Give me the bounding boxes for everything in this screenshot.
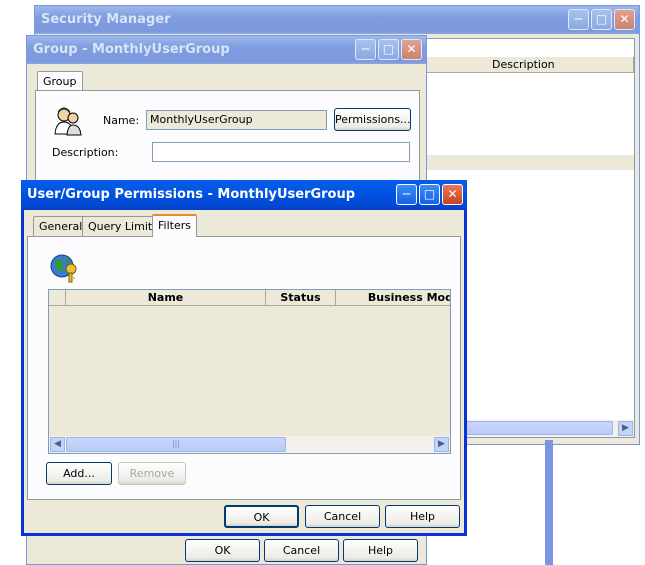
group-ok-button[interactable]: OK bbox=[185, 539, 260, 562]
permissions-help-button[interactable]: Help bbox=[385, 505, 460, 528]
scroll-right-icon[interactable]: ▶ bbox=[618, 421, 633, 436]
scroll-right-icon[interactable]: ▶ bbox=[434, 437, 449, 452]
column-header-name[interactable]: Name bbox=[66, 290, 266, 306]
tab-filters[interactable]: Filters bbox=[152, 214, 197, 237]
security-manager-titlebar[interactable]: Security Manager ─ □ ✕ bbox=[35, 6, 639, 34]
horizontal-scrollbar[interactable]: ◀ ||| ▶ bbox=[49, 436, 450, 453]
maximize-icon[interactable]: □ bbox=[419, 184, 440, 205]
column-header-blank[interactable] bbox=[49, 290, 66, 306]
permissions-dialog-titlebar[interactable]: User/Group Permissions - MonthlyUserGrou… bbox=[21, 180, 467, 210]
column-header-business-model[interactable]: Business Mod bbox=[336, 290, 450, 306]
permissions-dialog-title: User/Group Permissions - MonthlyUserGrou… bbox=[27, 187, 356, 202]
minimize-icon[interactable]: ─ bbox=[568, 9, 589, 30]
permissions-dialog-window: User/Group Permissions - MonthlyUserGrou… bbox=[21, 180, 467, 536]
minimize-icon[interactable]: ─ bbox=[355, 39, 376, 60]
description-label: Description: bbox=[52, 146, 119, 159]
group-dialog-title: Group - MonthlyUserGroup bbox=[33, 42, 230, 57]
permissions-ok-button[interactable]: OK bbox=[224, 505, 299, 528]
remove-button[interactable]: Remove bbox=[118, 462, 186, 485]
filters-table[interactable]: Name Status Business Mod ◀ ||| ▶ bbox=[48, 289, 451, 454]
maximize-icon[interactable]: □ bbox=[591, 9, 612, 30]
name-label: Name: bbox=[103, 114, 140, 127]
add-button[interactable]: Add... bbox=[46, 462, 112, 485]
tab-general[interactable]: General bbox=[33, 216, 89, 236]
users-group-icon bbox=[52, 106, 84, 136]
group-name-field[interactable]: MonthlyUserGroup bbox=[146, 110, 327, 130]
close-icon[interactable]: ✕ bbox=[442, 184, 463, 205]
close-icon[interactable]: ✕ bbox=[401, 39, 422, 60]
column-header-status[interactable]: Status bbox=[266, 290, 336, 306]
group-dialog-titlebar[interactable]: Group - MonthlyUserGroup ─ □ ✕ bbox=[27, 36, 426, 64]
background-window-edge bbox=[545, 440, 553, 565]
tab-group[interactable]: Group bbox=[37, 71, 83, 91]
minimize-icon[interactable]: ─ bbox=[396, 184, 417, 205]
globe-key-icon bbox=[49, 251, 81, 283]
group-help-button[interactable]: Help bbox=[343, 539, 418, 562]
group-cancel-button[interactable]: Cancel bbox=[264, 539, 339, 562]
close-icon[interactable]: ✕ bbox=[614, 9, 635, 30]
scroll-left-icon[interactable]: ◀ bbox=[50, 437, 65, 452]
column-header-description[interactable]: Description bbox=[426, 57, 634, 73]
security-manager-title: Security Manager bbox=[41, 12, 171, 27]
list-selected-row[interactable] bbox=[426, 155, 634, 170]
permissions-button[interactable]: Permissions... bbox=[334, 108, 411, 131]
description-field[interactable] bbox=[152, 142, 410, 162]
scroll-thumb[interactable]: ||| bbox=[66, 437, 286, 452]
maximize-icon[interactable]: □ bbox=[378, 39, 399, 60]
permissions-cancel-button[interactable]: Cancel bbox=[305, 505, 380, 528]
